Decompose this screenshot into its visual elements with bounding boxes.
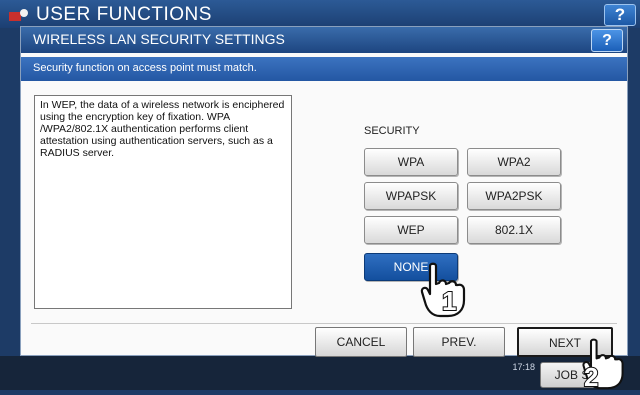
status-time: 17:18: [512, 362, 535, 372]
security-option-8021x[interactable]: 802.1X: [467, 216, 561, 244]
wireless-lan-security-dialog: WIRELESS LAN SECURITY SETTINGS ? Securit…: [20, 26, 628, 357]
step-1-callout: 1: [418, 262, 470, 318]
background-title-bar: USER FUNCTIONS ?: [0, 0, 640, 28]
user-functions-logo-icon: [9, 9, 28, 21]
step-1-number-icon: 1: [441, 286, 457, 314]
security-option-wpa[interactable]: WPA: [364, 148, 458, 176]
footer-divider: [31, 323, 617, 324]
step-2-number: 2: [584, 362, 598, 390]
message-bar: Security function on access point must m…: [21, 57, 627, 81]
prev-button[interactable]: PREV.: [413, 327, 505, 357]
security-option-wep[interactable]: WEP: [364, 216, 458, 244]
cancel-button[interactable]: CANCEL: [315, 327, 407, 357]
step-2-callout: 2: [578, 338, 630, 390]
dialog-title: WIRELESS LAN SECURITY SETTINGS: [33, 31, 285, 47]
help-button[interactable]: ?: [591, 29, 623, 52]
dialog-title-bar: WIRELESS LAN SECURITY SETTINGS ?: [21, 27, 627, 53]
security-label: SECURITY: [364, 125, 420, 137]
step-2-number-icon: 2: [583, 362, 599, 390]
description-box: In WEP, the data of a wireless network i…: [34, 95, 292, 309]
security-option-wpapsk[interactable]: WPAPSK: [364, 182, 458, 210]
background-title: USER FUNCTIONS: [36, 4, 212, 25]
security-option-wpa2psk[interactable]: WPA2PSK: [467, 182, 561, 210]
background-help-button[interactable]: ?: [604, 4, 636, 26]
step-1-number: 1: [442, 286, 456, 314]
message-text: Security function on access point must m…: [33, 62, 257, 74]
security-option-wpa2[interactable]: WPA2: [467, 148, 561, 176]
description-text: In WEP, the data of a wireless network i…: [40, 99, 285, 159]
